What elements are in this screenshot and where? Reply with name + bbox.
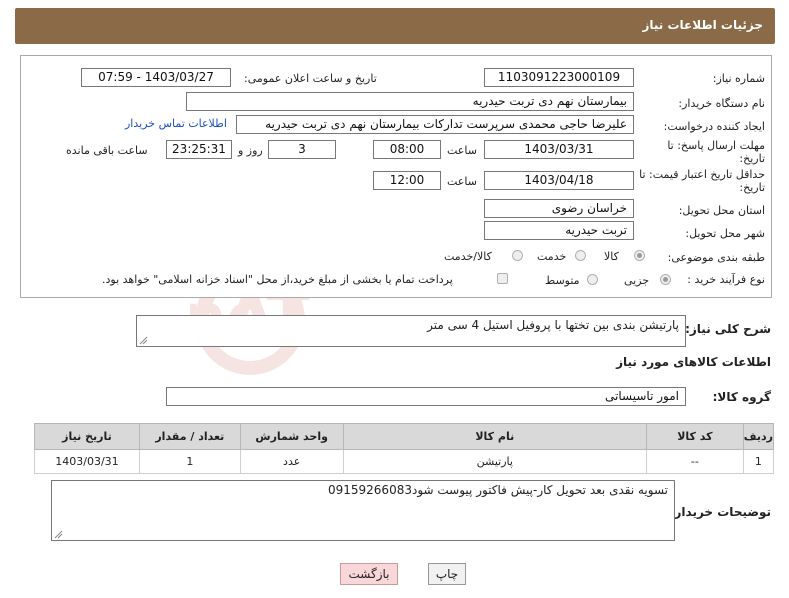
page-title: جزئیات اطلاعات نیاز xyxy=(642,18,763,32)
price-validity-date-label: تاریخ: xyxy=(739,181,765,194)
goods-group-label: گروه کالا: xyxy=(712,390,771,404)
process-option-minor: جزیی xyxy=(624,274,650,287)
reply-deadline-date-label: تاریخ: xyxy=(739,152,765,165)
col-quantity: تعداد / مقدار xyxy=(138,423,241,450)
cell-quantity: 1 xyxy=(138,449,241,474)
buyer-contact-link[interactable]: اطلاعات تماس خریدار xyxy=(125,117,227,130)
category-radio-both[interactable] xyxy=(512,250,523,261)
goods-table-header: ردیف کد کالا نام کالا واحد شمارش تعداد /… xyxy=(34,423,775,450)
resize-grip-icon[interactable] xyxy=(139,336,148,345)
category-option-goods: کالا xyxy=(604,250,619,263)
goods-section-title: اطلاعات کالاهای مورد نیاز xyxy=(616,355,771,369)
goods-table: ردیف کد کالا نام کالا واحد شمارش تعداد /… xyxy=(34,423,775,474)
cell-goods-code: -- xyxy=(645,449,744,474)
category-option-both: کالا/خدمت xyxy=(444,250,492,263)
category-option-service: خدمت xyxy=(537,250,567,263)
requester-label: ایجاد کننده درخواست: xyxy=(663,120,765,133)
delivery-city-field[interactable]: تربت حیدریه xyxy=(484,221,634,240)
delivery-city-label: شهر محل تحویل: xyxy=(685,227,765,240)
category-label: طبقه بندی موضوعی: xyxy=(667,251,765,264)
buyer-notes-label: توضیحات خریدار: xyxy=(669,505,771,519)
process-type-label: نوع فرآیند خرید : xyxy=(687,273,765,286)
goods-group-field[interactable]: امور تاسیساتی xyxy=(166,387,686,406)
days-label: روز و xyxy=(238,144,263,157)
reply-deadline-date-field[interactable]: 1403/03/31 xyxy=(484,140,634,159)
price-validity-time-field[interactable]: 12:00 xyxy=(373,171,441,190)
price-validity-label: حداقل تاریخ اعتبار قیمت: تا xyxy=(639,168,765,181)
process-radio-minor[interactable] xyxy=(660,274,671,285)
col-row-number: ردیف xyxy=(742,423,775,450)
resize-grip-icon[interactable] xyxy=(54,530,63,539)
buyer-org-label: نام دستگاه خریدار: xyxy=(678,97,765,110)
table-row[interactable]: 1 -- پارتیشن عدد 1 1403/03/31 xyxy=(34,449,775,474)
price-validity-date-field[interactable]: 1403/04/18 xyxy=(484,171,634,190)
reply-time-label: ساعت xyxy=(447,144,477,157)
cell-need-date: 1403/03/31 xyxy=(34,449,140,474)
back-button[interactable]: بازگشت xyxy=(340,563,398,585)
days-left-field[interactable]: 3 xyxy=(268,140,336,159)
col-need-date: تاریخ نیاز xyxy=(34,423,140,450)
description-field[interactable]: پارتیشن بندی بین تختها با پروفیل استیل 4… xyxy=(136,315,686,347)
announce-datetime-field[interactable]: 1403/03/27 - 07:59 xyxy=(81,68,231,87)
page-header: جزئیات اطلاعات نیاز xyxy=(15,8,775,44)
delivery-province-field[interactable]: خراسان رضوی xyxy=(484,199,634,218)
description-label: شرح کلی نیاز: xyxy=(685,322,771,336)
remaining-label: ساعت باقی مانده xyxy=(66,144,148,157)
col-unit: واحد شمارش xyxy=(239,423,344,450)
cell-row-number: 1 xyxy=(742,449,775,474)
print-button[interactable]: چاپ xyxy=(428,563,466,585)
delivery-province-label: استان محل تحویل: xyxy=(678,204,765,217)
reply-time-field[interactable]: 08:00 xyxy=(373,140,441,159)
buyer-org-field[interactable]: بیمارستان نهم دی تربت حیدریه xyxy=(186,92,634,111)
price-validity-time-label: ساعت xyxy=(447,175,477,188)
reply-deadline-label: مهلت ارسال پاسخ: تا xyxy=(667,139,765,152)
buyer-notes-field[interactable]: تسویه نقدی بعد تحویل کار-پیش فاکتور پیوس… xyxy=(51,480,675,541)
need-number-label: شماره نیاز: xyxy=(712,72,765,85)
category-radio-goods[interactable] xyxy=(634,250,645,261)
buyer-notes-text: تسویه نقدی بعد تحویل کار-پیش فاکتور پیوس… xyxy=(327,483,668,497)
treasury-payment-note: پرداخت تمام یا بخشی از مبلغ خرید،از محل … xyxy=(102,273,453,286)
cell-unit: عدد xyxy=(239,449,344,474)
requester-field[interactable]: علیرضا حاجی محمدی سرپرست تدارکات بیمارست… xyxy=(236,115,634,134)
col-goods-name: نام کالا xyxy=(342,423,647,450)
cell-goods-name: پارتیشن xyxy=(342,449,647,474)
description-text: پارتیشن بندی بین تختها با پروفیل استیل 4… xyxy=(427,318,679,332)
treasury-payment-checkbox[interactable] xyxy=(497,273,508,284)
process-option-medium: متوسط xyxy=(545,274,580,287)
process-radio-medium[interactable] xyxy=(587,274,598,285)
announce-datetime-label: تاریخ و ساعت اعلان عمومی: xyxy=(244,72,377,85)
category-radio-service[interactable] xyxy=(575,250,586,261)
need-number-field[interactable]: 1103091223000109 xyxy=(484,68,634,87)
remaining-time-field[interactable]: 23:25:31 xyxy=(166,140,232,159)
col-goods-code: کد کالا xyxy=(645,423,744,450)
